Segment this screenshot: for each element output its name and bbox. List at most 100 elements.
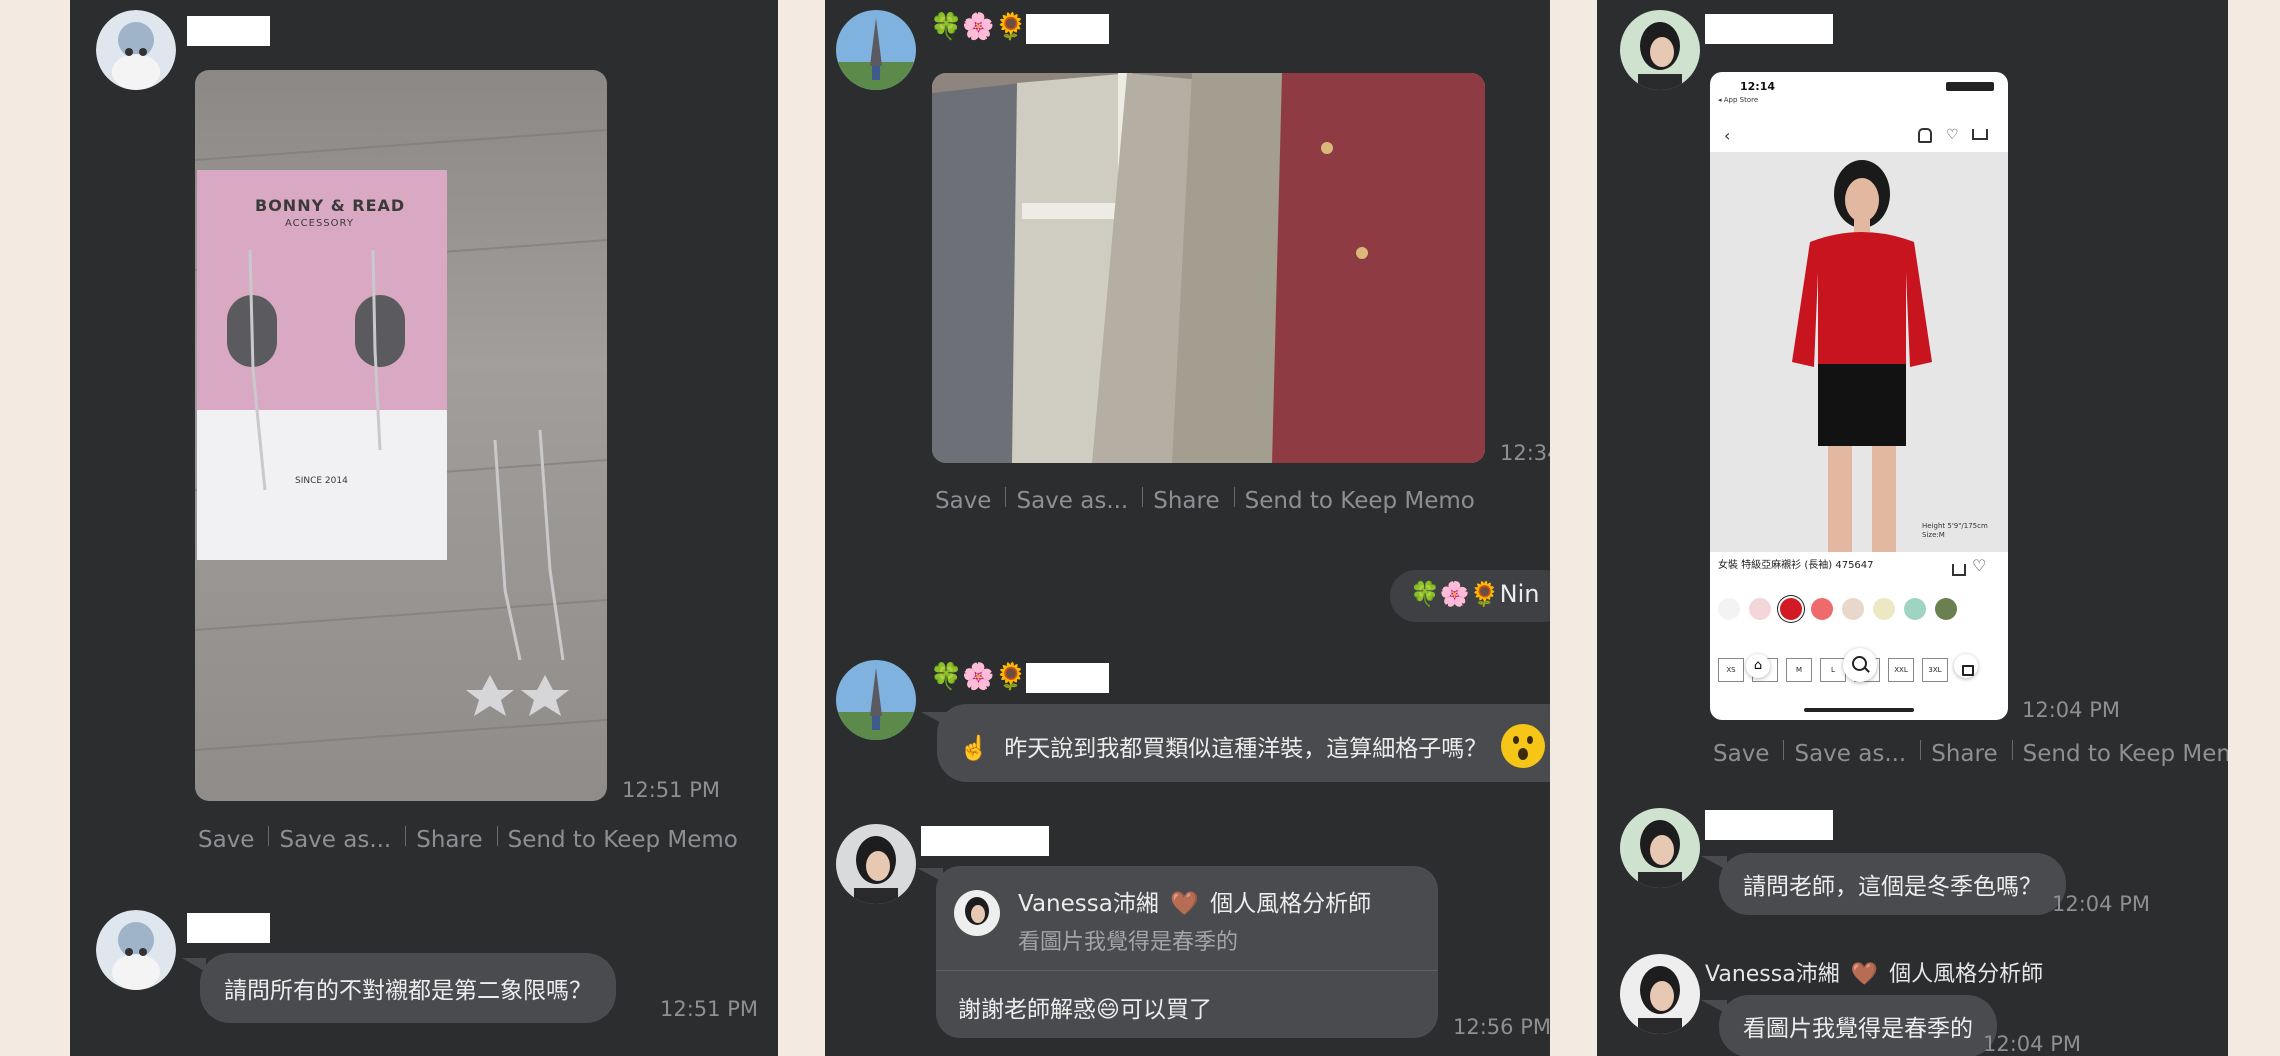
share-button[interactable]: Share (416, 827, 482, 853)
home-indicator (1804, 708, 1914, 712)
reply-timestamp: 12:04 PM (1983, 1032, 2081, 1056)
quoted-text: 看圖片我覺得是春季的 (1018, 930, 1239, 955)
share-icon[interactable] (1952, 564, 1966, 576)
chat-panel-1: BONNY & READ ACCESSORY SINCE 2014 12:51 … (70, 0, 778, 1056)
sender-avatar[interactable] (1620, 10, 1700, 90)
save-as-button[interactable]: Save as... (1016, 488, 1128, 514)
media-actions: Save Save as... Share Send to Keep Memo (1713, 740, 2228, 767)
save-button[interactable]: Save (1713, 741, 1769, 767)
brown-heart-emoji: 🤎 (1850, 962, 1879, 987)
sender-name-redacted (1026, 14, 1109, 44)
reply-sender: Vanessa沛緗 🤎 個人風格分析師 (1705, 956, 2043, 988)
share-button[interactable]: Share (1153, 488, 1219, 514)
card-subtitle: ACCESSORY (285, 218, 354, 229)
message-text: 請問所有的不對襯都是第二象限嗎？ (224, 978, 592, 1004)
color-swatch[interactable] (1904, 598, 1926, 620)
phone-time: 12:14 (1740, 80, 1776, 93)
sender-name-emojis: 🍀🌸🌻 (930, 12, 1028, 42)
message-bubble[interactable]: 請問所有的不對襯都是第二象限嗎？ (200, 953, 616, 1023)
reply-bubble[interactable]: Vanessa沛緗 🤎 個人風格分析師 看圖片我覺得是春季的 謝謝老師解惑😄可以… (936, 866, 1438, 1038)
sender-avatar[interactable] (1620, 808, 1700, 888)
sender-avatar[interactable] (96, 10, 176, 90)
own-message-preview[interactable]: 🍀🌸🌻Nin (1390, 570, 1550, 622)
message-text: 昨天說到我都買類似這種洋裝，這算細格子嗎？ (1004, 736, 1488, 762)
sender-avatar[interactable] (96, 910, 176, 990)
earrings-photo[interactable]: BONNY & READ ACCESSORY SINCE 2014 (195, 70, 607, 801)
back-chevron-icon[interactable]: ‹ (1724, 126, 1730, 145)
astonished-emoji-icon (1500, 724, 1545, 768)
save-button[interactable]: Save (935, 488, 991, 514)
quoted-avatar (954, 890, 1000, 936)
product-screenshot[interactable]: 12:14 ◂ App Store ‹ ♡ Height 5'9"/175cm … (1710, 72, 2008, 720)
save-button[interactable]: Save (198, 827, 254, 853)
sender-name-redacted (1026, 663, 1109, 693)
image-timestamp: 12:34 (1500, 441, 1550, 465)
message-timestamp: 12:51 PM (660, 997, 758, 1021)
send-to-keep-button[interactable]: Send to Keep Memo (508, 827, 738, 853)
home-icon[interactable]: ⌂ (1746, 654, 1770, 678)
quoted-sender-title: 個人風格分析師 (1210, 891, 1372, 917)
send-to-keep-button[interactable]: Send to Keep Memo (1245, 488, 1475, 514)
sender-avatar[interactable] (1620, 954, 1700, 1034)
save-as-button[interactable]: Save as... (1794, 741, 1906, 767)
pointing-up-emoji: ☝️ (959, 734, 989, 762)
favorite-heart-icon[interactable]: ♡ (1972, 556, 1986, 575)
brown-heart-emoji: 🤎 (1170, 891, 1199, 917)
model-info: Height 5'9"/175cm Size:M (1922, 522, 1988, 539)
phone-store-back: ◂ App Store (1718, 96, 1759, 104)
message-bubble[interactable]: 請問老師，這個是冬季色嗎？ (1719, 853, 2066, 915)
card-since: SINCE 2014 (295, 476, 348, 486)
reply-message-text: 看圖片我覺得是春季的 (1743, 1016, 1973, 1042)
size-option[interactable]: XXL (1888, 658, 1914, 682)
color-swatch[interactable] (1749, 598, 1771, 620)
sender-name-redacted (1705, 810, 1833, 840)
color-swatch-selected[interactable] (1780, 598, 1802, 620)
message-timestamp: 12:04 PM (2052, 892, 2150, 916)
size-option[interactable]: 3XL (1922, 658, 1948, 682)
color-swatch[interactable] (1935, 598, 1957, 620)
reply-sender-title: 個人風格分析師 (1889, 962, 2044, 987)
message-text: 請問老師，這個是冬季色嗎？ (1743, 874, 2042, 900)
sender-name-redacted (187, 913, 270, 943)
reply-timestamp: 12:56 PM (1453, 1015, 1550, 1039)
media-actions: Save Save as... Share Send to Keep Memo (198, 826, 744, 853)
reply-text: 謝謝老師解惑 (958, 997, 1096, 1023)
size-option[interactable]: L (1820, 658, 1846, 682)
size-option[interactable]: XS (1718, 658, 1744, 682)
reply-text-end: 可以買了 (1119, 997, 1212, 1023)
color-swatch[interactable] (1873, 598, 1895, 620)
grinning-emoji: 😄 (1096, 997, 1120, 1023)
color-swatch[interactable] (1811, 598, 1833, 620)
color-swatch[interactable] (1718, 598, 1740, 620)
card-brand: BONNY & READ (255, 196, 406, 215)
image-timestamp: 12:51 PM (622, 778, 720, 802)
model-photo[interactable]: Height 5'9"/175cm Size:M (1710, 152, 2008, 552)
size-option[interactable]: M (1786, 658, 1812, 682)
save-as-button[interactable]: Save as... (279, 827, 391, 853)
sender-name-redacted (187, 16, 270, 46)
bell-icon[interactable] (1918, 128, 1932, 143)
message-bubble[interactable]: ☝️ 昨天說到我都買類似這種洋裝，這算細格子嗎？ (937, 704, 1550, 782)
sender-name-emojis: 🍀🌸🌻 (930, 662, 1028, 692)
dresses-photo[interactable] (932, 73, 1485, 463)
share-button[interactable]: Share (1931, 741, 1997, 767)
reply-sender-name: Vanessa沛緗 (1705, 962, 1840, 987)
quoted-sender-name: Vanessa沛緗 (1018, 891, 1159, 917)
cart-icon[interactable] (1972, 129, 1988, 140)
quote-divider (936, 970, 1438, 971)
reply-message-bubble[interactable]: 看圖片我覺得是春季的 (1719, 995, 1997, 1056)
heart-icon[interactable]: ♡ (1946, 127, 1959, 143)
sender-name-redacted (921, 826, 1049, 856)
color-swatch[interactable] (1842, 598, 1864, 620)
chat-panel-2: 🍀🌸🌻 12:34 Save Save as... Share Send to Kee… (825, 0, 1550, 1056)
media-actions: Save Save as... Share Send to Keep Memo (935, 487, 1481, 514)
chat-panel-3: 12:14 ◂ App Store ‹ ♡ Height 5'9"/175cm … (1597, 0, 2228, 1056)
sender-avatar[interactable] (836, 824, 916, 904)
sender-avatar[interactable] (836, 10, 916, 90)
color-swatches (1718, 598, 1966, 624)
send-to-keep-button[interactable]: Send to Keep Memo (2023, 741, 2228, 767)
image-timestamp: 12:04 PM (2022, 698, 2120, 722)
lock-icon[interactable] (1954, 654, 1978, 678)
sender-avatar[interactable] (836, 660, 916, 740)
search-icon[interactable] (1843, 648, 1877, 682)
